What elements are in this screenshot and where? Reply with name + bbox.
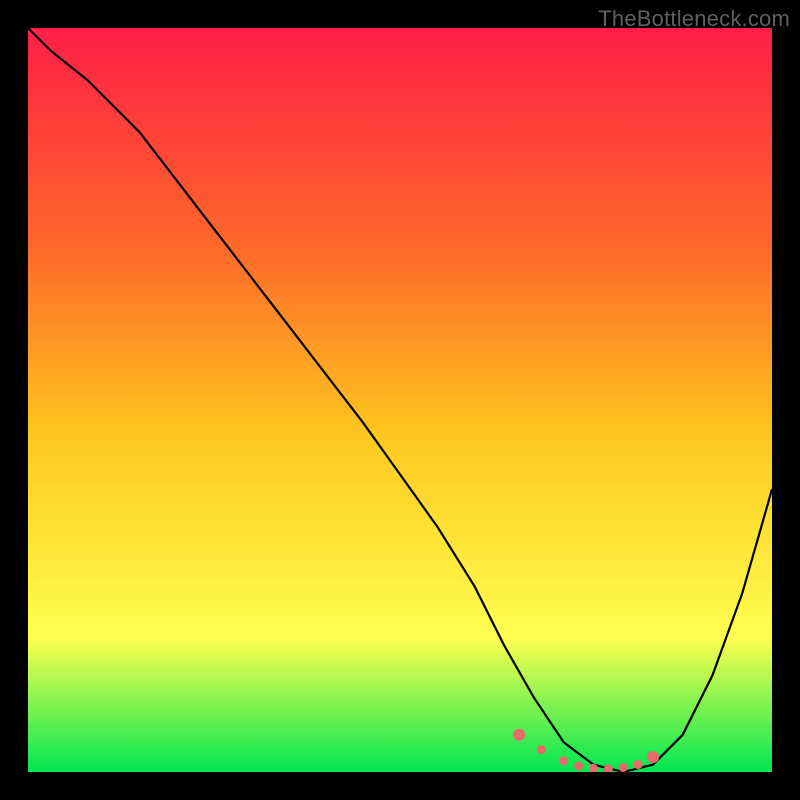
chart-svg xyxy=(28,28,772,772)
match-marker xyxy=(634,760,643,769)
match-marker xyxy=(513,729,525,741)
gradient-background xyxy=(28,28,772,772)
chart-frame: TheBottleneck.com xyxy=(0,0,800,800)
match-marker xyxy=(574,762,583,771)
match-marker xyxy=(537,745,546,754)
match-marker xyxy=(619,763,628,772)
plot-area xyxy=(28,28,772,772)
match-marker xyxy=(647,751,659,763)
match-marker xyxy=(559,756,568,765)
